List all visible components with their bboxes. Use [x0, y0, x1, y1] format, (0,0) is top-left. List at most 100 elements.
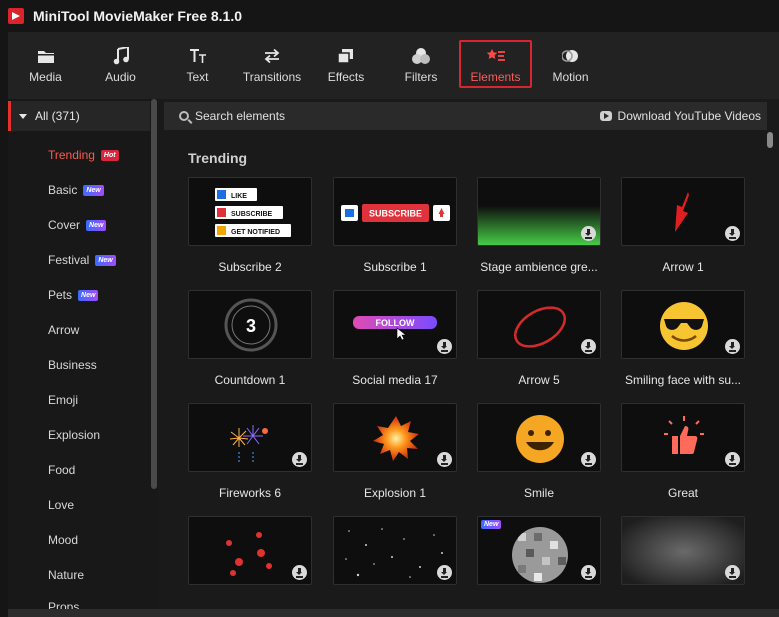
new-badge: New [95, 254, 116, 266]
youtube-download-icon [599, 111, 612, 121]
sidebar-item-props[interactable]: Props [48, 599, 79, 609]
card-label: Subscribe 2 [218, 260, 282, 274]
app-title: MiniTool MovieMaker Free 8.1.0 [33, 8, 243, 24]
search-bar: Search elements Download YouTube Videos [164, 102, 767, 130]
card-pixel-mosaic[interactable]: New [477, 516, 601, 585]
elements-panel: Search elements Download YouTube Videos … [158, 99, 779, 609]
download-icon[interactable] [437, 452, 452, 467]
card-explosion-1[interactable] [333, 403, 457, 472]
sidebar-item-label: Basic [48, 183, 78, 197]
filters-circles-icon [411, 46, 431, 66]
tab-media[interactable]: Media [23, 32, 68, 97]
sidebar-item-business[interactable]: Business [48, 357, 97, 373]
tab-text[interactable]: Text [175, 32, 220, 97]
sidebar-item-label: Cover [48, 218, 81, 232]
title-bar: MiniTool MovieMaker Free 8.1.0 [0, 0, 779, 32]
card-subscribe-2[interactable]: LIKE SUBSCRIBE GET NOTIFIED [188, 177, 312, 246]
tab-filters-label: Filters [404, 69, 438, 84]
card-label: Stage ambience gre... [480, 260, 598, 274]
tab-text-label: Text [186, 69, 209, 84]
download-youtube-button[interactable]: Download YouTube Videos [599, 109, 761, 123]
subscribe-text: SUBSCRIBE [231, 211, 273, 218]
download-icon[interactable] [292, 452, 307, 467]
card-stage-ambience[interactable] [477, 177, 601, 246]
tab-effects-label: Effects [327, 69, 365, 84]
follow-text: FOLLOW [376, 318, 415, 328]
sidebar-item-label: Explosion [48, 428, 101, 442]
card-smile[interactable] [477, 403, 601, 472]
tab-motion[interactable]: Motion [548, 32, 593, 97]
download-icon[interactable] [581, 339, 596, 354]
search-icon [179, 111, 189, 121]
hot-badge: Hot [100, 149, 119, 161]
sidebar-item-cover[interactable]: Cover New [48, 217, 107, 233]
tab-transitions[interactable]: Transitions [236, 32, 308, 97]
download-icon[interactable] [581, 226, 596, 241]
card-countdown-1[interactable]: 3 [188, 290, 312, 359]
sidebar-item-all[interactable]: All (371) [8, 101, 150, 131]
sidebar-item-label: Festival [48, 253, 90, 267]
sidebar-item-mood[interactable]: Mood [48, 532, 78, 548]
card-smiling-face-sunglasses[interactable] [621, 290, 745, 359]
download-icon[interactable] [437, 339, 452, 354]
new-badge: New [86, 219, 107, 231]
download-icon[interactable] [581, 565, 596, 580]
sidebar-item-nature[interactable]: Nature [48, 567, 84, 583]
card-label: Countdown 1 [214, 373, 286, 387]
like-text: LIKE [231, 193, 247, 200]
card-subscribe-1[interactable]: SUBSCRIBE [333, 177, 457, 246]
sidebar-item-love[interactable]: Love [48, 497, 74, 513]
subscribe-text: SUBSCRIBE [369, 209, 422, 219]
card-fireworks-6[interactable] [188, 403, 312, 472]
card-great[interactable] [621, 403, 745, 472]
download-icon[interactable] [725, 565, 740, 580]
new-badge: New [481, 520, 502, 529]
download-icon[interactable] [292, 565, 307, 580]
sidebar-item-label: Love [48, 498, 75, 512]
content-scrollbar[interactable] [767, 132, 773, 148]
download-icon[interactable] [437, 565, 452, 580]
card-label: Smiling face with su... [624, 373, 742, 387]
tab-elements[interactable]: Elements [459, 32, 532, 97]
tab-effects[interactable]: Effects [323, 32, 369, 97]
sidebar-item-label: Pets [48, 288, 73, 302]
countdown-number: 3 [246, 316, 256, 336]
card-arrow-1[interactable] [621, 177, 745, 246]
download-icon[interactable] [725, 452, 740, 467]
card-arrow-5[interactable] [477, 290, 601, 359]
sidebar-item-festival[interactable]: Festival New [48, 252, 116, 268]
sidebar-item-trending[interactable]: Trending Hot [48, 147, 119, 163]
card-label: Subscribe 1 [363, 260, 427, 274]
card-label: Smile [523, 486, 554, 500]
sidebar-item-label: Props [48, 600, 80, 609]
card-smoke[interactable] [621, 516, 745, 585]
sidebar-item-arrow[interactable]: Arrow [48, 322, 79, 338]
card-hearts[interactable] [188, 516, 312, 585]
sidebar-item-label: Nature [48, 568, 85, 582]
sidebar-item-pets[interactable]: Pets New [48, 287, 99, 303]
tab-filters[interactable]: Filters [399, 32, 443, 97]
tab-audio[interactable]: Audio [98, 32, 143, 97]
top-toolbar: Media Audio Text Transitions Effects Fil… [8, 32, 779, 97]
sidebar-item-explosion[interactable]: Explosion [48, 427, 100, 443]
main-window: Media Audio Text Transitions Effects Fil… [8, 32, 779, 617]
download-icon[interactable] [725, 339, 740, 354]
sidebar-item-emoji[interactable]: Emoji [48, 392, 78, 408]
effects-layers-icon [337, 46, 355, 66]
download-icon[interactable] [581, 452, 596, 467]
sidebar-item-food[interactable]: Food [48, 462, 75, 478]
card-label: Explosion 1 [363, 486, 427, 500]
text-icon [189, 46, 207, 66]
card-social-media-17[interactable]: FOLLOW [333, 290, 457, 359]
bottom-divider [8, 609, 779, 617]
elements-icon [486, 46, 506, 66]
new-badge: New [83, 184, 104, 196]
card-label: Arrow 1 [662, 260, 704, 274]
sidebar-scrollbar[interactable] [151, 99, 157, 489]
transitions-arrows-icon [263, 46, 281, 66]
sidebar-item-basic[interactable]: Basic New [48, 182, 104, 198]
search-input[interactable]: Search elements [195, 109, 285, 123]
download-icon[interactable] [725, 226, 740, 241]
card-particles[interactable] [333, 516, 457, 585]
sidebar-item-label: Arrow [48, 323, 80, 337]
